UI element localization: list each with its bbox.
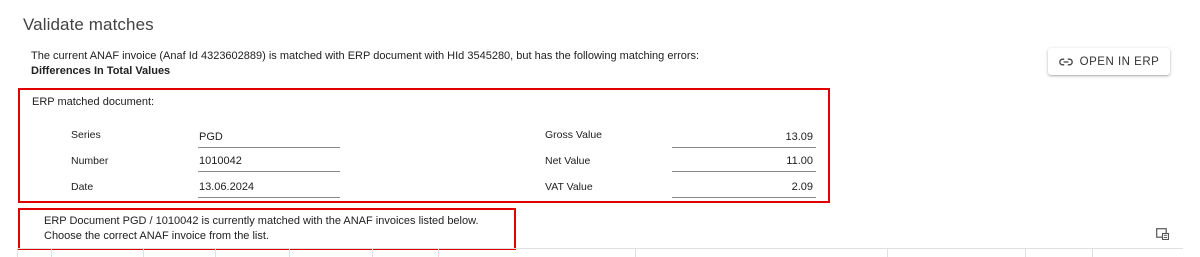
anaf-invoices-table-header (17, 248, 1183, 257)
series-label: Series (71, 129, 101, 141)
open-in-erp-label: OPEN IN ERP (1079, 55, 1160, 68)
column-divider (635, 249, 636, 257)
vat-value-label: VAT Value (545, 181, 593, 193)
note-line-2: Choose the correct ANAF invoice from the… (44, 230, 269, 242)
column-divider (143, 249, 144, 257)
date-label: Date (71, 181, 94, 193)
column-divider (289, 249, 290, 257)
open-in-erp-button[interactable]: OPEN IN ERP (1048, 48, 1170, 75)
matched-invoices-note: ERP Document PGD / 1010042 is currently … (18, 208, 516, 250)
matching-errors-text: Differences In Total Values (31, 65, 171, 77)
column-divider (887, 249, 888, 257)
net-value-field[interactable]: 11.00 (672, 155, 816, 172)
note-line-1: ERP Document PGD / 1010042 is currently … (44, 215, 479, 227)
gross-value-label: Gross Value (545, 129, 602, 141)
erp-matched-document-label: ERP matched document: (32, 96, 155, 108)
column-divider (215, 249, 216, 257)
column-divider (51, 249, 52, 257)
vat-value-field[interactable]: 2.09 (672, 181, 816, 198)
series-field[interactable]: PGD (198, 131, 340, 148)
page-title: Validate matches (23, 15, 154, 34)
gross-value-field[interactable]: 13.09 (672, 131, 816, 148)
match-info-message: The current ANAF invoice (Anaf Id 432360… (31, 50, 700, 62)
net-value-label: Net Value (545, 155, 591, 167)
column-settings-icon[interactable] (1156, 227, 1170, 241)
column-divider (1092, 249, 1093, 257)
number-label: Number (71, 155, 109, 167)
column-divider (372, 249, 373, 257)
column-divider (438, 249, 439, 257)
column-divider (1025, 249, 1026, 257)
link-icon (1058, 58, 1073, 66)
number-field[interactable]: 1010042 (198, 155, 340, 172)
date-field[interactable]: 13.06.2024 (198, 181, 340, 198)
validate-matches-page: Validate matches The current ANAF invoic… (0, 0, 1200, 257)
column-divider (17, 249, 18, 257)
erp-matched-document-panel: ERP matched document: Series PGD Number … (18, 88, 830, 203)
